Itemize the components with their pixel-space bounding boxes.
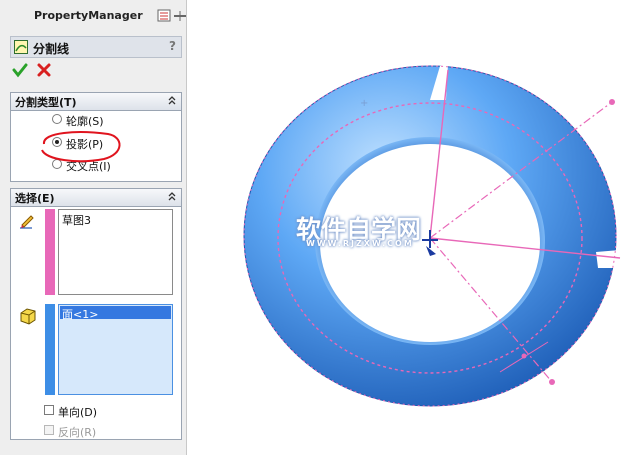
checkbox[interactable] xyxy=(44,405,54,415)
sketch-pencil-icon xyxy=(20,215,34,229)
radio-button[interactable] xyxy=(52,114,62,124)
ok-check-icon[interactable] xyxy=(12,62,28,78)
feature-header: 分割线 ? xyxy=(10,36,182,58)
property-manager-header: PropertyManager xyxy=(8,5,189,27)
property-manager-panel: PropertyManager 分割线 ? 分割类型(T) 轮廓(S) 投影(P… xyxy=(0,0,187,455)
help-button[interactable]: ? xyxy=(169,39,176,53)
checkbox-label: 反向(R) xyxy=(58,426,97,439)
split-line-icon xyxy=(14,40,28,54)
face-color-strip xyxy=(45,304,55,395)
split-notch-right xyxy=(596,250,620,268)
checkbox-disabled xyxy=(44,425,54,435)
cancel-x-icon[interactable] xyxy=(36,62,52,78)
highlight-ellipse-annotation xyxy=(41,131,121,163)
face-selection-box[interactable]: 面<1> xyxy=(58,304,173,395)
face-cube-icon xyxy=(20,308,36,325)
selection-label: 选择(E) xyxy=(15,192,55,205)
watermark-url: WWW.RJZXW.COM xyxy=(306,239,414,248)
sketch-color-strip xyxy=(45,209,55,295)
pin-icon[interactable] xyxy=(156,8,188,24)
sketch-selection-box[interactable]: 草图3 xyxy=(58,209,173,295)
graphics-viewport[interactable]: + 软件自学网 WWW.RJZXW.COM xyxy=(188,0,640,455)
radio-label: 轮廓(S) xyxy=(66,115,104,128)
sketch-point xyxy=(549,379,555,385)
property-manager-title: PropertyManager xyxy=(34,9,143,22)
collapse-chevron-icon[interactable] xyxy=(166,94,178,106)
collapse-chevron-icon[interactable] xyxy=(166,190,178,202)
sketch-point xyxy=(609,99,615,105)
split-type-label: 分割类型(T) xyxy=(15,96,77,109)
list-item[interactable]: 草图3 xyxy=(62,212,91,228)
checkbox-label: 单向(D) xyxy=(58,406,98,419)
feature-name: 分割线 xyxy=(33,42,70,56)
selection-group-header[interactable]: 选择(E) xyxy=(11,189,181,207)
cursor-plus-icon: + xyxy=(360,98,368,109)
list-item-selected[interactable]: 面<1> xyxy=(60,306,171,321)
split-type-group-header[interactable]: 分割类型(T) xyxy=(11,93,181,111)
